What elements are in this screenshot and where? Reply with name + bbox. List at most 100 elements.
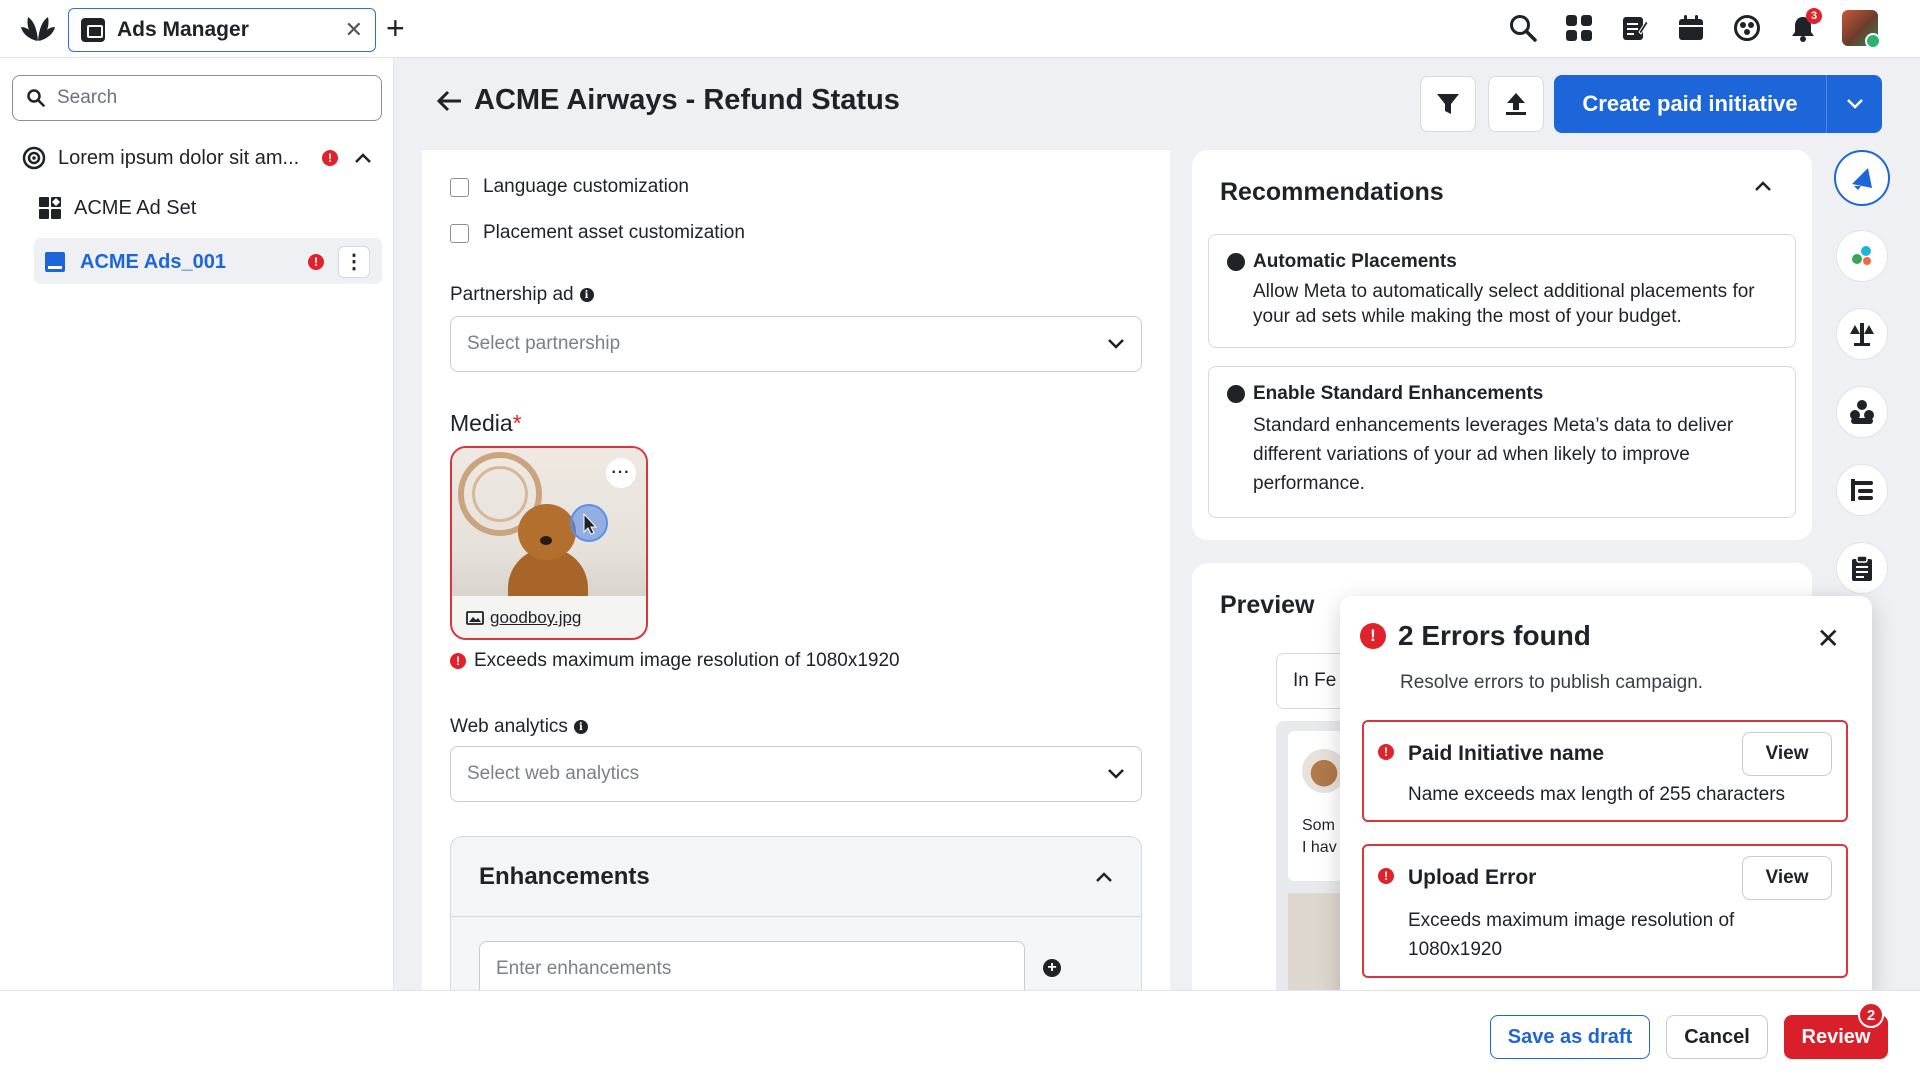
error-icon: ! [1378,868,1394,884]
rail-audience-button[interactable] [1836,386,1888,438]
partnership-field-label: Partnership ad i [450,284,594,306]
bottom-action-bar: Save as draft Cancel Review [0,990,1920,1080]
errors-popover: ! 2 Errors found ✕ Resolve errors to pub… [1340,596,1872,1000]
rail-dots-button[interactable] [1836,230,1888,282]
recommendations-panel: Recommendations Automatic Placements All… [1192,150,1812,540]
recommendation-head: Enable Standard Enhancements [1227,383,1777,405]
add-enhancement-icon[interactable]: + [1043,959,1061,977]
chevron-up-icon[interactable] [1095,871,1113,883]
rail-balance-button[interactable] [1836,308,1888,360]
partnership-label: Partnership ad [450,284,574,305]
view-error-button[interactable]: View [1742,856,1832,900]
preview-text-line-2: I hav [1302,839,1337,856]
close-icon[interactable]: ✕ [1817,622,1840,655]
web-analytics-field-label: Web analytics i [450,716,588,738]
language-customization-label: Language customization [483,176,689,197]
sidebar-item-ad-set[interactable]: ACME Ad Set [38,196,196,220]
enhancements-header[interactable]: Enhancements [451,837,1141,917]
error-card-body: Name exceeds max length of 255 character… [1408,784,1786,805]
enhancements-input[interactable]: Enter enhancements [479,941,1025,990]
apps-grid-icon[interactable] [1562,10,1596,46]
user-avatar[interactable] [1842,10,1881,49]
media-file-name[interactable]: goodboy.jpg [490,608,581,628]
sidebar-item-ad-row[interactable]: ACME Ads_001 ! ⋮ [44,246,370,278]
ad-set-label: ACME Ad Set [74,196,197,219]
bell-icon[interactable]: 3 [1786,8,1822,46]
app-logo-icon[interactable] [20,13,56,45]
error-card: ! Upload Error View Exceeds maximum imag… [1362,844,1848,978]
chevron-up-icon[interactable] [354,152,372,164]
new-tab-button[interactable]: + [386,10,405,47]
colorful-dots-icon [1852,246,1871,265]
upload-icon [1506,93,1526,115]
upload-button[interactable] [1488,76,1544,132]
info-icon[interactable]: i [579,288,594,302]
create-options-dropdown[interactable] [1826,75,1882,133]
page-header: ACME Airways - Refund Status Create paid… [394,58,1920,148]
media-label-text: Media [450,410,513,436]
language-customization-row[interactable]: Language customization [450,176,689,198]
left-sidebar: Search Lorem ipsum dolor sit am... ! ACM… [0,58,394,990]
top-icons: 3 [1506,8,1881,49]
placement-customization-checkbox[interactable] [450,223,469,243]
info-icon[interactable]: i [573,720,588,734]
rail-hierarchy-button[interactable] [1836,464,1888,516]
error-icon: ! [1360,623,1386,649]
recommendation-title: Enable Standard Enhancements [1253,383,1544,404]
wall-decor-inner [472,466,528,522]
save-as-draft-button[interactable]: Save as draft [1490,1015,1650,1059]
create-paid-initiative-button[interactable]: Create paid initiative [1554,75,1882,133]
community-icon[interactable] [1730,10,1764,46]
campaign-label: Lorem ipsum dolor sit am... [58,146,300,169]
web-analytics-select[interactable]: Select web analytics [450,746,1142,802]
filter-button[interactable] [1420,76,1476,132]
calendar-icon[interactable] [1674,10,1708,46]
media-more-button[interactable]: ··· [606,458,636,488]
language-customization-checkbox[interactable] [450,177,469,197]
preview-text-line-1: Som [1302,817,1335,834]
chevron-down-icon [1846,99,1863,109]
notes-icon[interactable] [1618,10,1652,46]
ad-error-icon: ! [308,254,324,270]
sidebar-item-campaign[interactable]: Lorem ipsum dolor sit am... ! [22,146,372,170]
back-arrow-icon[interactable] [436,86,462,120]
page-title: ACME Airways - Refund Status [474,84,900,116]
error-card-title: Upload Error [1408,866,1537,889]
enhancements-title: Enhancements [479,862,650,890]
rail-clipboard-button[interactable] [1836,542,1888,594]
search-input[interactable]: Search [12,75,382,121]
ad-label: ACME Ads_001 [80,250,226,273]
recommendation-card[interactable]: Automatic Placements Allow Meta to autom… [1208,234,1796,348]
search-icon[interactable] [1506,10,1540,46]
web-analytics-label: Web analytics [450,716,568,737]
partnership-select[interactable]: Select partnership [450,316,1142,372]
dog-head [518,504,576,560]
review-error-count-badge: 2 [1858,1002,1884,1028]
placement-customization-row[interactable]: Placement asset customization [450,222,745,244]
media-error-message: ! Exceeds maximum image resolution of 10… [450,650,900,672]
chevron-up-icon[interactable] [1754,180,1772,192]
recommendation-head: Automatic Placements [1227,251,1777,273]
target-icon [22,146,46,170]
errors-title: 2 Errors found [1398,620,1591,651]
clipboard-icon [1852,555,1872,581]
recommendation-card[interactable]: Enable Standard Enhancements Standard en… [1208,366,1796,518]
error-card: ! Paid Initiative name View Name exceeds… [1362,720,1848,822]
recommendation-body: Standard enhancements leverages Meta’s d… [1253,415,1734,494]
view-error-button[interactable]: View [1742,732,1832,776]
audience-icon [1850,400,1874,424]
mouse-cursor [570,504,608,542]
image-icon [466,611,484,625]
preview-post-text: Som I hav [1302,815,1337,859]
tab-title: Ads Manager [117,18,249,41]
ad-more-menu-button[interactable]: ⋮ [338,246,370,278]
tab-ads-manager[interactable]: Ads Manager ✕ [68,8,376,52]
chevron-down-icon [1108,769,1124,779]
ad-icon [45,252,65,272]
media-error-text: Exceeds maximum image resolution of 1080… [474,650,900,671]
close-tab-icon[interactable]: ✕ [345,17,363,43]
rail-campaign-button[interactable] [1834,150,1890,206]
trend-icon [1227,253,1245,271]
cancel-button[interactable]: Cancel [1666,1015,1768,1059]
media-thumbnail[interactable]: ··· goodboy.jpg [450,446,648,640]
